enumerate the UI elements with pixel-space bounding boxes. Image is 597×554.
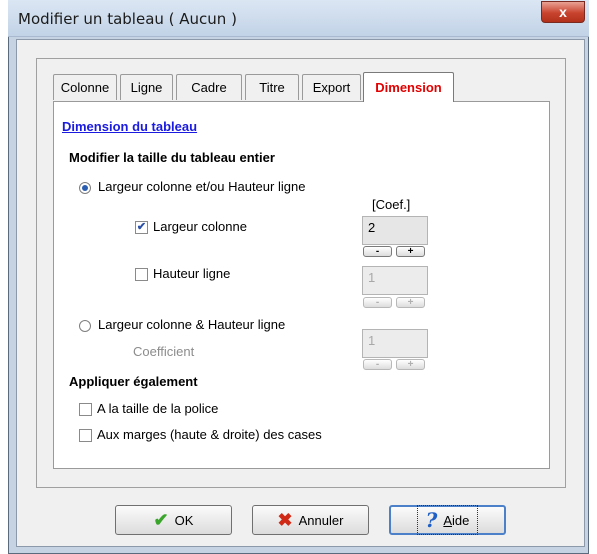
tab-titre[interactable]: Titre [245, 74, 299, 100]
help-button[interactable]: ? Aide [389, 505, 506, 535]
tab-label: Export [312, 80, 351, 95]
tab-export[interactable]: Export [302, 74, 361, 100]
radio-largeur-hauteur-and-label: Largeur colonne & Hauteur ligne [98, 317, 286, 332]
coef-header: [Coef.] [372, 197, 411, 212]
largeur-spin-plus-button[interactable]: + [396, 246, 425, 257]
checkmark-icon: ✔ [136, 221, 147, 233]
ok-button[interactable]: ✔ OK [115, 505, 232, 535]
close-icon: x [559, 4, 567, 20]
section-heading-apply: Appliquer également [69, 374, 198, 389]
tab-label: Cadre [191, 80, 227, 95]
tab-colonne[interactable]: Colonne [53, 74, 117, 100]
help-button-label: Aide [443, 512, 470, 528]
ok-button-label: OK [174, 512, 194, 528]
checkbox-marges-cases-label: Aux marges (haute & droite) des cases [97, 427, 322, 442]
title-bar[interactable]: Modifier un tableau ( Aucun ) [8, 0, 589, 37]
tab-ligne[interactable]: Ligne [120, 74, 173, 100]
help-button-focus-ring: ? Aide [416, 505, 479, 535]
tab-label: Colonne [60, 80, 110, 95]
close-button[interactable]: x [541, 1, 585, 23]
coefficient-spin-minus-button[interactable]: - [363, 359, 392, 370]
tab-cadre[interactable]: Cadre [176, 74, 242, 100]
tab-label: Dimension [375, 80, 442, 95]
radio-largeur-hauteur-or-label: Largeur colonne et/ou Hauteur ligne [98, 179, 306, 194]
window-title: Modifier un tableau ( Aucun ) [18, 10, 237, 28]
checkbox-marges-cases[interactable] [79, 429, 92, 442]
checkmark-icon: ✔ [153, 509, 169, 530]
checkbox-hauteur-ligne-label: Hauteur ligne [153, 266, 231, 281]
hauteur-spin-minus-button[interactable]: - [363, 297, 392, 308]
coefficient-spin-plus-button[interactable]: + [396, 359, 425, 370]
coefficient-input[interactable]: 1 [362, 329, 428, 358]
checkbox-taille-police-label: A la taille de la police [97, 401, 219, 416]
hauteur-spin-plus-button[interactable]: + [396, 297, 425, 308]
cancel-button-label: Annuler [298, 512, 344, 528]
question-icon: ? [425, 508, 438, 532]
coefficient-label: Coefficient [133, 344, 195, 359]
checkbox-largeur-colonne-label: Largeur colonne [153, 219, 247, 234]
cancel-button[interactable]: ✖ Annuler [252, 505, 369, 535]
radio-largeur-hauteur-or[interactable] [79, 182, 91, 194]
content-title-link[interactable]: Dimension du tableau [62, 119, 197, 134]
largeur-coef-input[interactable]: 2 [362, 216, 428, 245]
checkbox-taille-police[interactable] [79, 403, 92, 416]
hauteur-coef-input[interactable]: 1 [362, 266, 428, 295]
largeur-spin-minus-button[interactable]: - [363, 246, 392, 257]
checkbox-hauteur-ligne[interactable] [135, 268, 148, 281]
checkbox-largeur-colonne[interactable]: ✔ [135, 221, 148, 234]
radio-largeur-hauteur-and[interactable] [79, 320, 91, 332]
tab-label: Titre [259, 80, 285, 95]
section-heading-resize: Modifier la taille du tableau entier [69, 150, 275, 165]
cross-icon: ✖ [277, 509, 293, 530]
tab-label: Ligne [130, 80, 163, 95]
tab-dimension[interactable]: Dimension [363, 72, 454, 102]
